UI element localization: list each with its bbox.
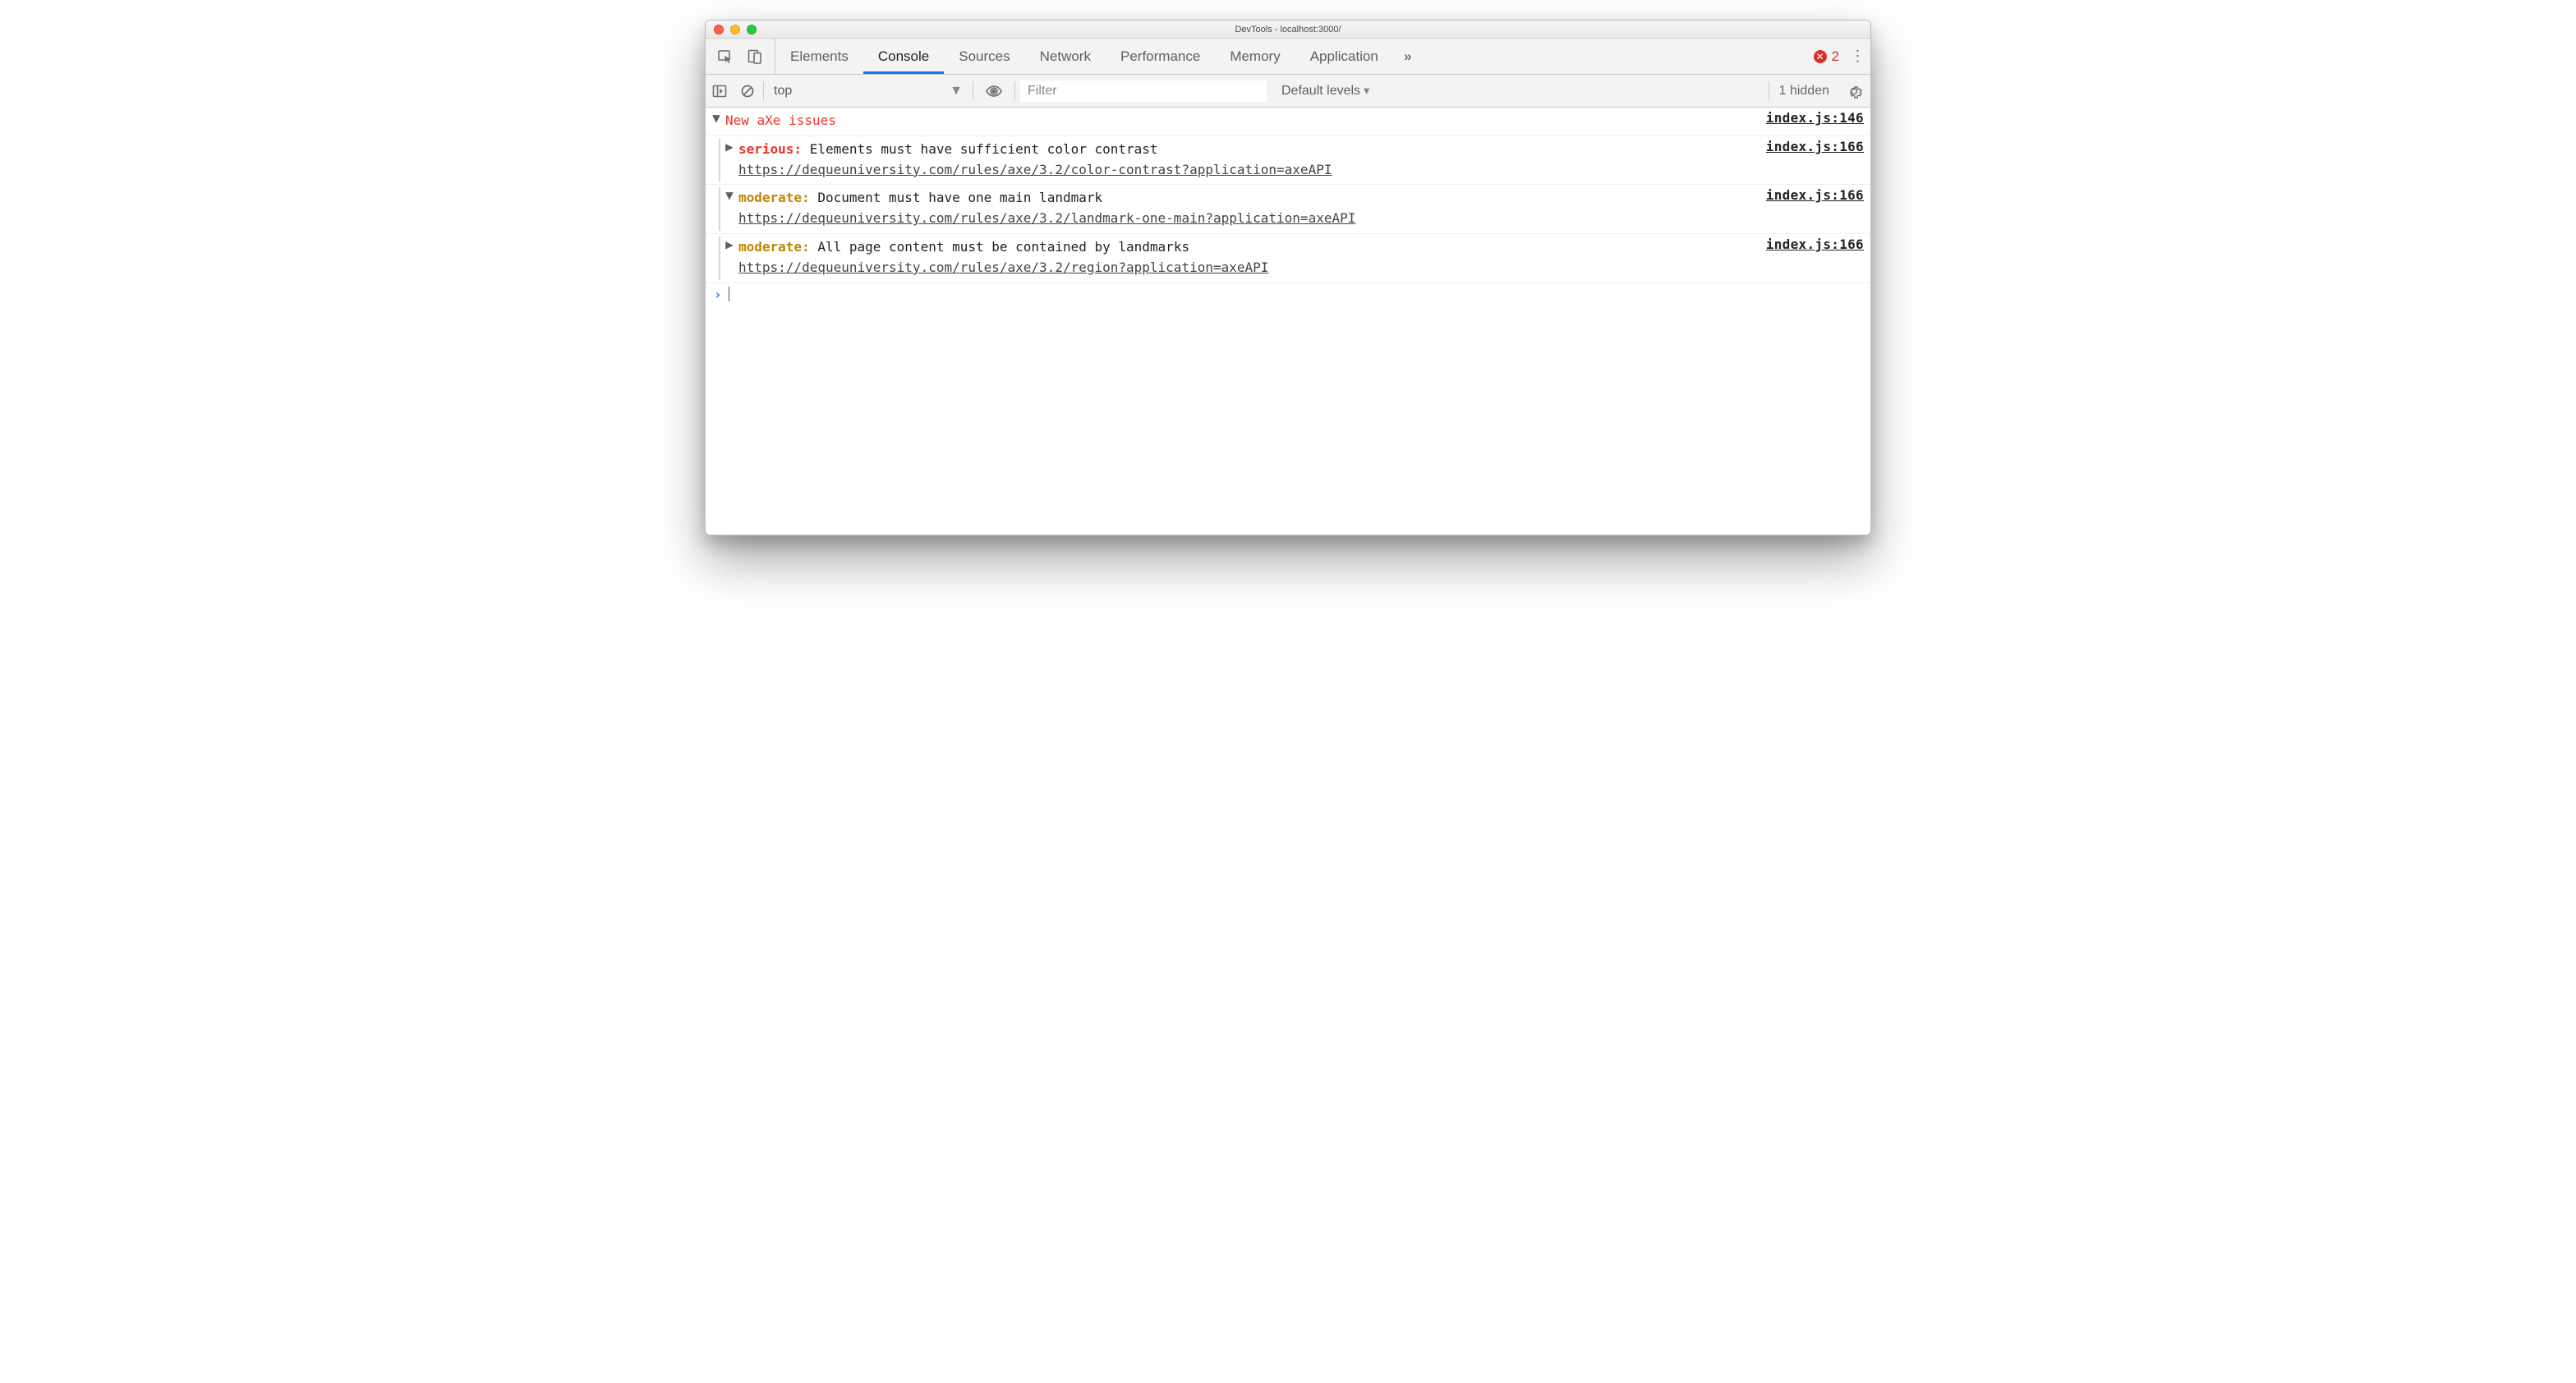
severity-label: moderate: [738,190,810,205]
console-message: ▶moderate: All page content must be cont… [706,234,1870,283]
tree-indent [719,187,720,231]
message-text: moderate: All page content must be conta… [738,237,1763,280]
clear-console-icon[interactable] [734,75,761,107]
tab-application[interactable]: Application [1295,39,1393,74]
minimize-window-button[interactable] [730,25,740,34]
inspect-element-icon[interactable] [711,39,740,74]
inspect-tools [706,39,775,74]
toggle-sidebar-icon[interactable] [706,75,734,107]
device-toolbar-icon[interactable] [740,39,770,74]
source-link[interactable]: index.js:166 [1766,237,1864,252]
devtools-window: DevTools - localhost:3000/ ElementsConso… [705,20,1871,535]
console-output: ▼ New aXe issues index.js:146 ▶serious: … [706,108,1870,535]
zoom-window-button[interactable] [747,25,757,34]
window-title: DevTools - localhost:3000/ [706,25,1870,34]
chevron-down-icon: ▼ [950,84,963,99]
tab-console[interactable]: Console [863,39,944,74]
tree-indent [719,139,720,182]
window-controls [706,25,757,34]
console-settings-icon[interactable] [1838,83,1870,99]
source-link[interactable]: index.js:166 [1766,139,1864,154]
disclosure-triangle-icon[interactable]: ▼ [711,110,722,126]
hidden-count: 1 hidden [1771,84,1838,99]
disclosure-triangle-icon[interactable]: ▶ [724,237,735,253]
error-icon: ✕ [1814,50,1827,63]
live-expression-icon[interactable] [975,82,1013,100]
context-selector[interactable]: top ▼ [766,84,971,99]
console-message: ▼moderate: Document must have one main l… [706,185,1870,234]
more-tabs-icon[interactable]: » [1393,39,1423,74]
console-message: ▶serious: Elements must have sufficient … [706,136,1870,186]
tab-memory[interactable]: Memory [1215,39,1295,74]
context-label: top [774,84,792,99]
prompt-chevron-icon: › [714,287,722,302]
window-titlebar: DevTools - localhost:3000/ [706,21,1870,39]
console-prompt[interactable]: › [706,283,1870,306]
tree-indent [719,237,720,280]
tab-network[interactable]: Network [1025,39,1106,74]
group-title: New aXe issues [725,110,1763,133]
console-group-header[interactable]: ▼ New aXe issues index.js:146 [706,108,1870,136]
console-toolbar: top ▼ Default levels 1 hidden [706,75,1870,108]
tab-sources[interactable]: Sources [944,39,1024,74]
severity-label: serious: [738,141,802,157]
message-text: serious: Elements must have sufficient c… [738,139,1763,182]
disclosure-triangle-icon[interactable]: ▼ [724,187,735,204]
log-levels-selector[interactable]: Default levels [1270,84,1381,99]
panel-tabs: ElementsConsoleSourcesNetworkPerformance… [706,39,1870,75]
source-link[interactable]: index.js:146 [1766,110,1864,126]
filter-input[interactable] [1020,80,1267,102]
severity-label: moderate: [738,239,810,255]
tab-elements[interactable]: Elements [775,39,863,74]
rule-url-link[interactable]: https://dequeuniversity.com/rules/axe/3.… [738,260,1268,275]
error-count: 2 [1832,48,1839,65]
message-text: moderate: Document must have one main la… [738,187,1763,231]
source-link[interactable]: index.js:166 [1766,187,1864,203]
tab-performance[interactable]: Performance [1106,39,1215,74]
error-indicator[interactable]: ✕ 2 [1807,48,1846,65]
close-window-button[interactable] [714,25,724,34]
kebab-menu-icon[interactable]: ⋮ [1846,48,1870,65]
rule-url-link[interactable]: https://dequeuniversity.com/rules/axe/3.… [738,162,1332,177]
disclosure-triangle-icon[interactable]: ▶ [724,139,735,155]
rule-url-link[interactable]: https://dequeuniversity.com/rules/axe/3.… [738,210,1355,226]
